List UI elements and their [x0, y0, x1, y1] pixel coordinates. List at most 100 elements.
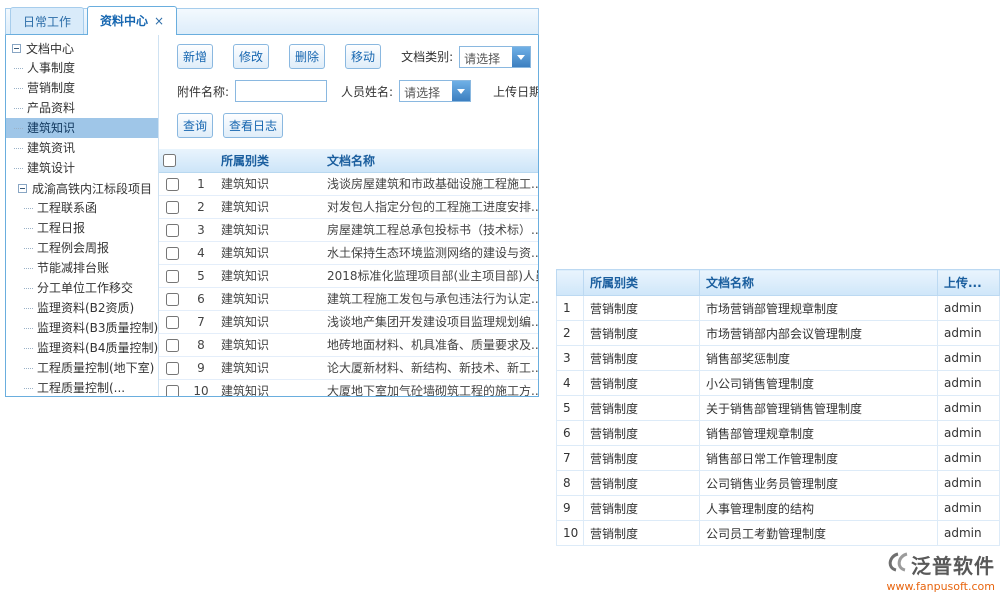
chevron-down-icon[interactable]	[452, 81, 470, 101]
view-log-button[interactable]: 查看日志	[223, 113, 283, 138]
sidebar-item-daily-report[interactable]: 工程日报	[6, 218, 158, 238]
doc-type-select[interactable]: 请选择	[459, 46, 531, 68]
sidebar-item-quality-partial[interactable]: 工程质量控制(...	[6, 378, 158, 396]
sidebar-item-quality-basement[interactable]: 工程质量控制(地下室)	[6, 358, 158, 378]
row-doc-name[interactable]: 公司员工考勤管理制度	[700, 521, 938, 546]
tree-node-project[interactable]: 成渝高铁内江标段项目	[6, 178, 158, 198]
row-checkbox[interactable]	[166, 316, 179, 329]
tree-root-document-center[interactable]: 文档中心	[6, 38, 158, 58]
modify-button[interactable]: 修改	[233, 44, 269, 69]
sidebar-item-construction-design[interactable]: 建筑设计	[6, 158, 158, 178]
table-row[interactable]: 8 营销制度 公司销售业务员管理制度 admin	[557, 471, 1000, 496]
row-doc-name[interactable]: 市场营销部内部会议管理制度	[700, 321, 938, 346]
row-checkbox[interactable]	[166, 201, 179, 214]
table-row[interactable]: 9 建筑知识 论大厦新材料、新结构、新技术、新工...	[159, 356, 538, 379]
table-row[interactable]: 7 营销制度 销售部日常工作管理制度 admin	[557, 446, 1000, 471]
sidebar-item-supervision-b2[interactable]: 监理资料(B2资质)	[6, 298, 158, 318]
row-checkbox[interactable]	[166, 362, 179, 375]
table-row[interactable]: 1 建筑知识 浅谈房屋建筑和市政基础设施工程施工...	[159, 172, 538, 195]
table-row[interactable]: 2 营销制度 市场营销部内部会议管理制度 admin	[557, 321, 1000, 346]
fanpu-logo-url[interactable]: www.fanpusoft.com	[884, 580, 995, 593]
sidebar-item-construction-news[interactable]: 建筑资讯	[6, 138, 158, 158]
sidebar-item-construction-knowledge[interactable]: 建筑知识	[6, 118, 158, 138]
row-doc-name[interactable]: 地砖地面材料、机具准备、质量要求及...	[323, 333, 538, 356]
row-doc-name[interactable]: 销售部奖惩制度	[700, 346, 938, 371]
row-doc-name[interactable]: 浅谈房屋建筑和市政基础设施工程施工...	[323, 172, 538, 195]
tab-daily-work[interactable]: 日常工作	[10, 7, 84, 34]
collapse-icon[interactable]	[18, 184, 27, 193]
row-doc-name[interactable]: 对发包人指定分包的工程施工进度安排...	[323, 195, 538, 218]
tab-close-icon[interactable]: ×	[154, 14, 164, 28]
row-doc-name[interactable]: 关于销售部管理销售管理制度	[700, 396, 938, 421]
table-row[interactable]: 3 营销制度 销售部奖惩制度 admin	[557, 346, 1000, 371]
table-row[interactable]: 5 建筑知识 2018标准化监理项目部(业主项目部)人员...	[159, 264, 538, 287]
sidebar-item-supervision-b3[interactable]: 监理资料(B3质量控制)	[6, 318, 158, 338]
table-row[interactable]: 4 建筑知识 水土保持生态环境监测网络的建设与资...	[159, 241, 538, 264]
table-row[interactable]: 6 建筑知识 建筑工程施工发包与承包违法行为认定...	[159, 287, 538, 310]
row-doc-name[interactable]: 销售部管理规章制度	[700, 421, 938, 446]
sidebar-item-energy-ledger[interactable]: 节能减排台账	[6, 258, 158, 278]
row-category: 建筑知识	[217, 333, 323, 356]
row-category: 建筑知识	[217, 172, 323, 195]
sidebar-item-product-data[interactable]: 产品资料	[6, 98, 158, 118]
table-row[interactable]: 2 建筑知识 对发包人指定分包的工程施工进度安排...	[159, 195, 538, 218]
chevron-down-icon[interactable]	[512, 47, 530, 67]
person-name-value: 请选择	[400, 81, 452, 101]
sidebar-item-weekly-meeting[interactable]: 工程例会周报	[6, 238, 158, 258]
row-doc-name[interactable]: 公司销售业务员管理制度	[700, 471, 938, 496]
sidebar-item-project-letters[interactable]: 工程联系函	[6, 198, 158, 218]
row-checkbox[interactable]	[166, 224, 179, 237]
row-checkbox[interactable]	[166, 247, 179, 260]
window-body: 文档中心 人事制度 营销制度 产品资料 建筑知识 建筑资讯 建筑设计 成渝高铁内…	[5, 35, 539, 397]
row-doc-name[interactable]: 人事管理制度的结构	[700, 496, 938, 521]
table-row[interactable]: 5 营销制度 关于销售部管理销售管理制度 admin	[557, 396, 1000, 421]
row-checkbox[interactable]	[166, 293, 179, 306]
row-category: 建筑知识	[217, 379, 323, 396]
sidebar-item-hr-policy[interactable]: 人事制度	[6, 58, 158, 78]
row-checkbox[interactable]	[166, 270, 179, 283]
sidebar-item-supervision-b4[interactable]: 监理资料(B4质量控制)	[6, 338, 158, 358]
fanpu-logo-icon	[884, 552, 908, 577]
person-name-select[interactable]: 请选择	[399, 80, 471, 102]
row-doc-name[interactable]: 小公司销售管理制度	[700, 371, 938, 396]
row-number: 9	[557, 496, 584, 521]
tab-data-center[interactable]: 资料中心×	[87, 6, 177, 35]
delete-button[interactable]: 删除	[289, 44, 325, 69]
row-doc-name[interactable]: 房屋建筑工程总承包投标书（技术标）...	[323, 218, 538, 241]
row-number: 1	[557, 296, 584, 321]
fanpu-logo: 泛普软件 www.fanpusoft.com	[884, 550, 995, 593]
table-row[interactable]: 3 建筑知识 房屋建筑工程总承包投标书（技术标）...	[159, 218, 538, 241]
row-doc-name[interactable]: 大厦地下室加气砼墙砌筑工程的施工方...	[323, 379, 538, 396]
row-doc-name[interactable]: 论大厦新材料、新结构、新技术、新工...	[323, 356, 538, 379]
row-checkbox[interactable]	[166, 385, 179, 397]
row-uploader: admin	[938, 321, 1000, 346]
table-row[interactable]: 10 营销制度 公司员工考勤管理制度 admin	[557, 521, 1000, 546]
row-checkbox[interactable]	[166, 339, 179, 352]
collapse-icon[interactable]	[12, 44, 21, 53]
table-row[interactable]: 9 营销制度 人事管理制度的结构 admin	[557, 496, 1000, 521]
add-button[interactable]: 新增	[177, 44, 213, 69]
table-row[interactable]: 6 营销制度 销售部管理规章制度 admin	[557, 421, 1000, 446]
move-button[interactable]: 移动	[345, 44, 381, 69]
row-doc-name[interactable]: 水土保持生态环境监测网络的建设与资...	[323, 241, 538, 264]
row-number: 7	[557, 446, 584, 471]
table-row[interactable]: 4 营销制度 小公司销售管理制度 admin	[557, 371, 1000, 396]
table-row[interactable]: 8 建筑知识 地砖地面材料、机具准备、质量要求及...	[159, 333, 538, 356]
row-category: 建筑知识	[217, 356, 323, 379]
table-row[interactable]: 7 建筑知识 浅谈地产集团开发建设项目监理规划编...	[159, 310, 538, 333]
sidebar-item-work-transfer[interactable]: 分工单位工作移交	[6, 278, 158, 298]
row-uploader: admin	[938, 296, 1000, 321]
row-doc-name[interactable]: 建筑工程施工发包与承包违法行为认定...	[323, 287, 538, 310]
table-row[interactable]: 1 营销制度 市场营销部管理规章制度 admin	[557, 296, 1000, 321]
row-doc-name[interactable]: 市场营销部管理规章制度	[700, 296, 938, 321]
table-row[interactable]: 10 建筑知识 大厦地下室加气砼墙砌筑工程的施工方...	[159, 379, 538, 396]
row-checkbox[interactable]	[166, 178, 179, 191]
attachment-name-input[interactable]	[235, 80, 327, 102]
tree-root-label: 文档中心	[26, 40, 74, 57]
row-doc-name[interactable]: 2018标准化监理项目部(业主项目部)人员...	[323, 264, 538, 287]
sidebar-item-marketing-policy[interactable]: 营销制度	[6, 78, 158, 98]
select-all-checkbox[interactable]	[163, 154, 176, 167]
row-doc-name[interactable]: 浅谈地产集团开发建设项目监理规划编...	[323, 310, 538, 333]
row-doc-name[interactable]: 销售部日常工作管理制度	[700, 446, 938, 471]
query-button[interactable]: 查询	[177, 113, 213, 138]
